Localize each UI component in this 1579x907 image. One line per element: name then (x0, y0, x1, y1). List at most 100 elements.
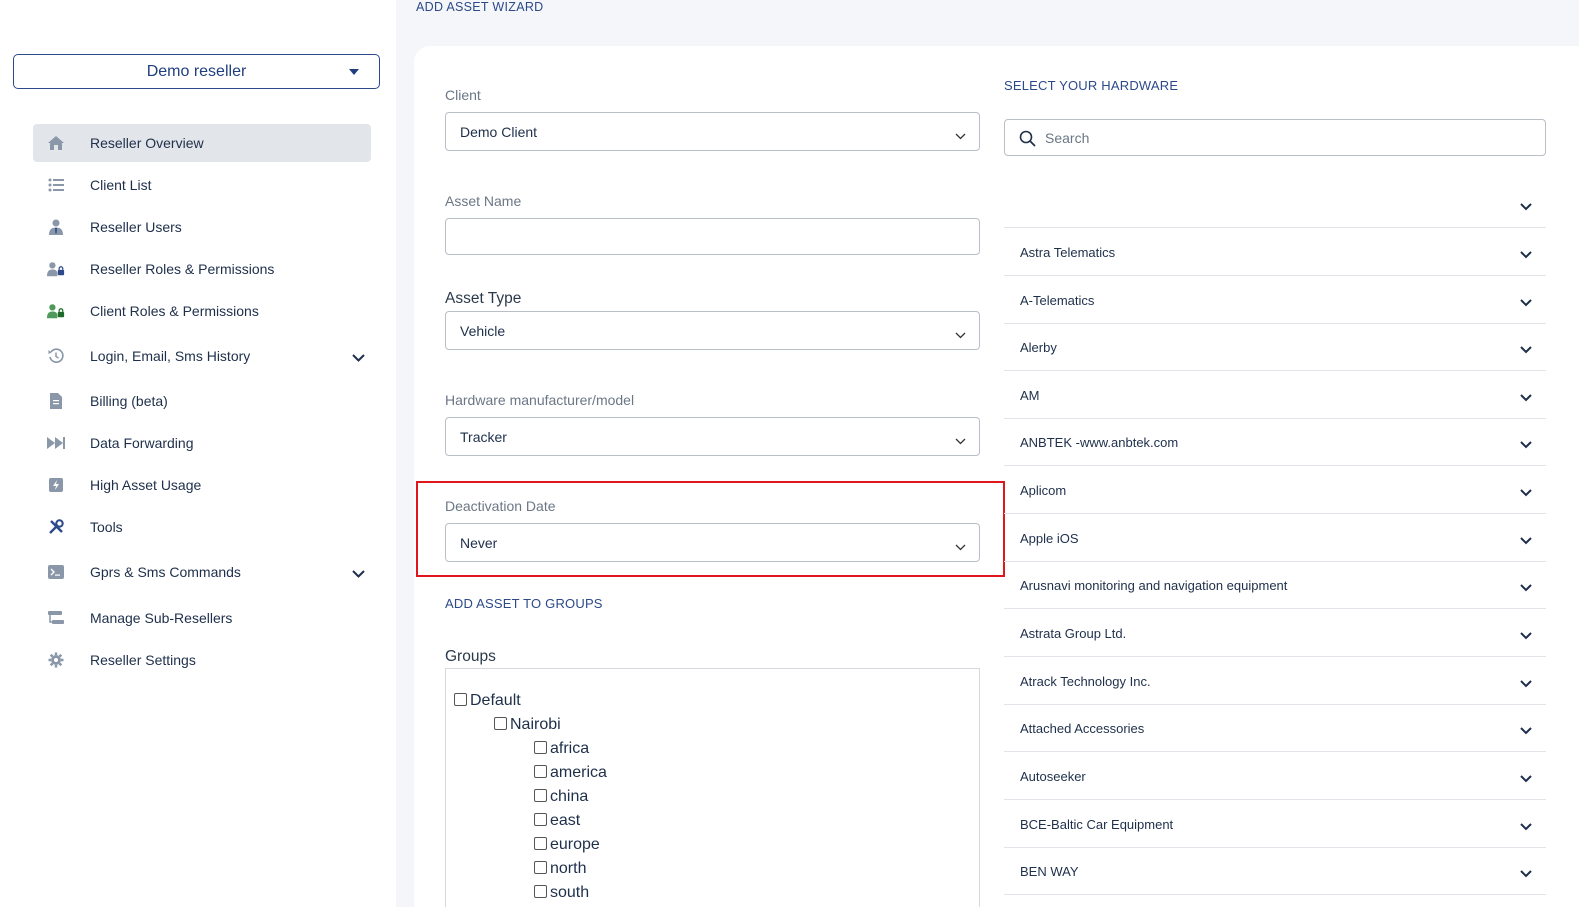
sidebar-item-client-list[interactable]: Client List (33, 166, 371, 204)
hardware-row[interactable]: BCE-Baltic Car Equipment (1004, 800, 1546, 848)
hardware-row[interactable]: Astra Telematics (1004, 228, 1546, 276)
hardware-row[interactable]: Aplicom (1004, 466, 1546, 514)
group-north[interactable]: north (534, 860, 586, 878)
sidebar-item-label: Client Roles & Permissions (90, 303, 259, 319)
chevron-down-icon[interactable] (352, 565, 365, 581)
sidebar-item-reseller-settings[interactable]: Reseller Settings (33, 641, 371, 679)
group-checkbox[interactable] (454, 693, 467, 706)
deactivation-date-select[interactable]: Never (445, 523, 980, 562)
chevron-down-icon[interactable] (1520, 580, 1532, 595)
client-select[interactable]: Demo Client (445, 112, 980, 151)
user-lock-green-icon (47, 302, 65, 320)
select-hardware-heading: SELECT YOUR HARDWARE (1004, 78, 1179, 93)
group-east[interactable]: east (534, 812, 580, 830)
group-label: china (550, 788, 589, 805)
group-checkbox[interactable] (534, 837, 547, 850)
hardware-name: Aplicom (1020, 483, 1067, 498)
group-label: Nairobi (510, 716, 561, 733)
hardware-name: Atrack Technology Inc. (1020, 674, 1151, 689)
chevron-down-icon (955, 432, 966, 448)
hardware-name: BEN WAY (1020, 864, 1079, 879)
chevron-down-icon[interactable] (1520, 723, 1532, 738)
group-default[interactable]: Default (454, 692, 521, 710)
group-checkbox[interactable] (534, 813, 547, 826)
sidebar-item-label: Reseller Settings (90, 652, 196, 668)
groups-tree: Default Nairobi africa america china eas… (445, 668, 980, 907)
sidebar-item-data-forwarding[interactable]: Data Forwarding (33, 424, 371, 462)
hardware-row[interactable]: Astrata Group Ltd. (1004, 609, 1546, 657)
search-input[interactable] (1045, 128, 1525, 148)
chevron-down-icon (955, 127, 966, 143)
sidebar-item-manage-sub-resellers[interactable]: Manage Sub-Resellers (33, 599, 371, 637)
sidebar-item-label: High Asset Usage (90, 477, 202, 493)
group-checkbox[interactable] (534, 885, 547, 898)
group-label: africa (550, 740, 590, 757)
sidebar-item-label: Billing (beta) (90, 393, 168, 409)
hardware-name: Attached Accessories (1020, 721, 1145, 736)
hardware-row[interactable]: Atrack Technology Inc. (1004, 657, 1546, 705)
group-south[interactable]: south (534, 884, 589, 902)
chevron-down-icon[interactable] (352, 349, 365, 365)
sidebar-item-high-asset-usage[interactable]: High Asset Usage (33, 466, 371, 504)
hardware-search[interactable] (1004, 119, 1546, 156)
sidebar-item-tools[interactable]: Tools (33, 508, 371, 546)
group-china[interactable]: china (534, 788, 588, 806)
asset-type-select[interactable]: Vehicle (445, 311, 980, 350)
hardware-row[interactable]: BEN WAY (1004, 847, 1546, 895)
group-checkbox[interactable] (534, 741, 547, 754)
chevron-down-icon[interactable] (1520, 199, 1532, 214)
deactivation-date-label: Deactivation Date (445, 498, 556, 514)
group-checkbox[interactable] (494, 717, 507, 730)
hardware-row-blank[interactable] (1004, 180, 1546, 228)
hardware-row[interactable]: Attached Accessories (1004, 704, 1546, 752)
hardware-row[interactable]: Apple iOS (1004, 514, 1546, 562)
sidebar-item-label: Reseller Users (90, 219, 182, 235)
sidebar-item-gprs-sms-commands[interactable]: Gprs & Sms Commands (33, 553, 371, 591)
hardware-row[interactable]: AM (1004, 371, 1546, 419)
list-icon (47, 176, 65, 194)
group-label: Default (470, 692, 521, 709)
group-label: east (550, 812, 581, 829)
asset-type-label: Asset Type (445, 290, 522, 307)
forward-icon (47, 434, 65, 452)
hardware-name: Arusnavi monitoring and navigation equip… (1020, 578, 1288, 593)
group-checkbox[interactable] (534, 861, 547, 874)
chevron-down-icon[interactable] (1520, 485, 1532, 500)
chevron-down-icon[interactable] (1520, 247, 1532, 262)
chevron-down-icon[interactable] (1520, 533, 1532, 548)
sidebar-item-reseller-overview[interactable]: Reseller Overview (33, 124, 371, 162)
sidebar-item-client-roles[interactable]: Client Roles & Permissions (33, 292, 371, 330)
chevron-down-icon[interactable] (1520, 866, 1532, 881)
terminal-icon (47, 563, 65, 581)
chevron-down-icon[interactable] (1520, 342, 1532, 357)
sidebar-item-label: Gprs & Sms Commands (90, 564, 241, 580)
hardware-row[interactable]: Arusnavi monitoring and navigation equip… (1004, 561, 1546, 609)
chevron-down-icon[interactable] (1520, 390, 1532, 405)
hardware-model-select[interactable]: Tracker (445, 417, 980, 456)
group-checkbox[interactable] (534, 789, 547, 802)
reseller-selector[interactable]: Demo reseller (13, 54, 380, 89)
hardware-row[interactable]: A-Telematics (1004, 276, 1546, 324)
chevron-down-icon[interactable] (1520, 437, 1532, 452)
sidebar-item-login-history[interactable]: Login, Email, Sms History (33, 337, 371, 375)
asset-name-input[interactable] (445, 218, 980, 255)
sidebar-item-reseller-roles[interactable]: Reseller Roles & Permissions (33, 250, 371, 288)
chevron-down-icon[interactable] (1520, 676, 1532, 691)
chevron-down-icon[interactable] (1520, 295, 1532, 310)
hardware-row[interactable]: Alerby (1004, 323, 1546, 371)
hardware-name: AM (1020, 388, 1040, 403)
sidebar-item-label: Reseller Roles & Permissions (90, 261, 275, 277)
sidebar-item-reseller-users[interactable]: Reseller Users (33, 208, 371, 246)
group-nairobi[interactable]: Nairobi (494, 716, 561, 734)
group-america[interactable]: america (534, 764, 607, 782)
bolt-icon (47, 476, 65, 494)
hardware-row[interactable]: Autoseeker (1004, 752, 1546, 800)
hardware-row[interactable]: ANBTEK -www.anbtek.com (1004, 418, 1546, 466)
chevron-down-icon[interactable] (1520, 819, 1532, 834)
group-africa[interactable]: africa (534, 740, 589, 758)
chevron-down-icon[interactable] (1520, 628, 1532, 643)
sidebar-item-billing[interactable]: Billing (beta) (33, 382, 371, 420)
group-checkbox[interactable] (534, 765, 547, 778)
chevron-down-icon[interactable] (1520, 771, 1532, 786)
group-europe[interactable]: europe (534, 836, 600, 854)
